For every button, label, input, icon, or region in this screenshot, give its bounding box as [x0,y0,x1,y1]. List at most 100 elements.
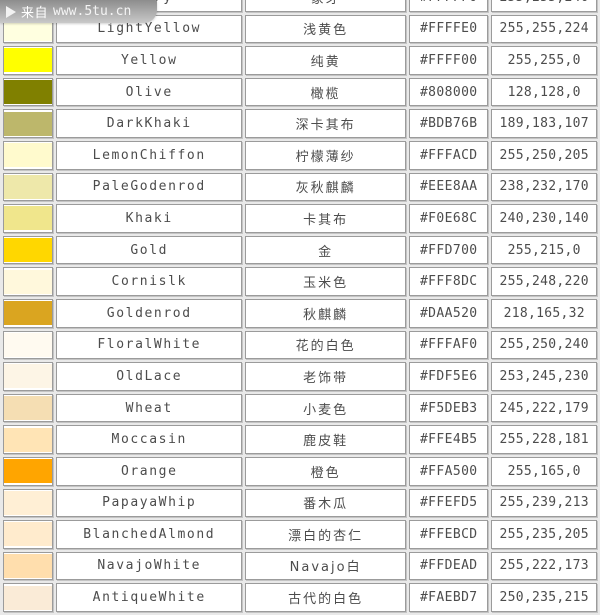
color-swatch-cell [3,267,54,296]
color-hex-cell: #FFE4B5 [409,425,489,454]
color-swatch [4,269,53,294]
color-swatch-cell [3,551,54,581]
table-row: Moccasin 鹿皮鞋 #FFE4B5 255,228,181 [3,425,597,454]
color-swatch-cell [3,77,54,107]
color-chinese-name-cell: 纯黄 [245,46,407,75]
color-hex-cell: #FFD700 [409,235,489,265]
color-chinese-name-cell: Navajo白 [245,551,407,581]
color-name-cell: Gold [56,235,243,265]
color-chinese-name-cell: 象牙 [245,0,407,12]
color-rgb-cell: 255,239,213 [491,488,597,518]
table-row: Cornislk 玉米色 #FFF8DC 255,248,220 [3,267,597,296]
color-hex-cell: #F0E68C [409,204,489,233]
color-hex-cell: #BDB76B [409,109,489,138]
color-hex-cell: #FFFFF0 [409,0,489,12]
color-chinese-name-cell: 漂白的杏仁 [245,520,407,549]
color-hex-cell: #FFFFE0 [409,14,489,44]
color-swatch [4,48,53,73]
color-chinese-name-cell: 番木瓜 [245,488,407,518]
color-name-cell: LemonChiffon [56,140,243,170]
color-swatch [4,585,53,610]
color-swatch [4,80,53,105]
color-name-cell: DarkKhaki [56,109,243,138]
color-rgb-cell: 255,228,181 [491,425,597,454]
color-swatch [4,459,53,484]
color-rgb-cell: 255,255,240 [491,0,597,12]
color-swatch-cell [3,488,54,518]
color-name-cell: Wheat [56,393,243,423]
color-hex-cell: #DAA520 [409,298,489,328]
color-swatch-cell [3,362,54,391]
color-swatch-cell [3,583,54,612]
color-swatch [4,427,53,452]
color-chinese-name-cell: 玉米色 [245,267,407,296]
color-chinese-name-cell: 古代的白色 [245,583,407,612]
color-chinese-name-cell: 橙色 [245,456,407,486]
color-hex-cell: #FDF5E6 [409,362,489,391]
table-row: PapayaWhip 番木瓜 #FFEFD5 255,239,213 [3,488,597,518]
table-row: Wheat 小麦色 #F5DEB3 245,222,179 [3,393,597,423]
color-chinese-name-cell: 金 [245,235,407,265]
color-rgb-cell: 253,245,230 [491,362,597,391]
color-hex-cell: #FFFACD [409,140,489,170]
color-rgb-cell: 255,165,0 [491,456,597,486]
color-chinese-name-cell: 橄榄 [245,77,407,107]
color-name-cell: Olive [56,77,243,107]
table-row: PaleGodenrod 灰秋麒麟 #EEE8AA 238,232,170 [3,172,597,202]
color-swatch [4,522,53,547]
color-swatch-cell [3,109,54,138]
table-row: AntiqueWhite 古代的白色 #FAEBD7 250,235,215 [3,583,597,612]
color-table-body: Ivory象牙#FFFFF0255,255,240LightYellow浅黄色#… [3,0,597,612]
table-row: Olive 橄榄 #808000 128,128,0 [3,77,597,107]
color-swatch-cell [3,172,54,202]
color-hex-cell: #FAEBD7 [409,583,489,612]
color-swatch-cell [3,46,54,75]
color-name-cell: Orange [56,456,243,486]
color-name-cell: Yellow [56,46,243,75]
color-rgb-cell: 245,222,179 [491,393,597,423]
color-reference-page: Ivory象牙#FFFFF0255,255,240LightYellow浅黄色#… [0,0,600,612]
color-chinese-name-cell: 花的白色 [245,330,407,360]
table-row: Khaki 卡其布 #F0E68C 240,230,140 [3,204,597,233]
table-row: Gold 金 #FFD700 255,215,0 [3,235,597,265]
table-row: Orange 橙色 #FFA500 255,165,0 [3,456,597,486]
color-hex-cell: #FFFAF0 [409,330,489,360]
table-row: DarkKhaki 深卡其布 #BDB76B 189,183,107 [3,109,597,138]
color-chinese-name-cell: 柠檬薄纱 [245,140,407,170]
color-chinese-name-cell: 深卡其布 [245,109,407,138]
color-rgb-cell: 255,222,173 [491,551,597,581]
color-hex-cell: #FFEFD5 [409,488,489,518]
color-hex-cell: #808000 [409,77,489,107]
color-name-cell: Goldenrod [56,298,243,328]
color-name-cell: OldLace [56,362,243,391]
color-swatch [4,111,53,136]
color-rgb-cell: 255,248,220 [491,267,597,296]
color-name-cell: PaleGodenrod [56,172,243,202]
color-rgb-cell: 128,128,0 [491,77,597,107]
play-triangle-icon [6,5,16,18]
color-rgb-cell: 255,215,0 [491,235,597,265]
table-row: Yellow 纯黄 #FFFF00 255,255,0 [3,46,597,75]
color-table: Ivory象牙#FFFFF0255,255,240LightYellow浅黄色#… [0,0,600,615]
color-name-cell: NavajoWhite [56,551,243,581]
color-hex-cell: #FFA500 [409,456,489,486]
color-rgb-cell: 255,235,205 [491,520,597,549]
color-swatch-cell [3,298,54,328]
color-swatch-cell [3,330,54,360]
color-hex-cell: #EEE8AA [409,172,489,202]
color-name-cell: Khaki [56,204,243,233]
table-row: LemonChiffon 柠檬薄纱 #FFFACD 255,250,205 [3,140,597,170]
color-swatch [4,553,53,578]
color-chinese-name-cell: 卡其布 [245,204,407,233]
color-rgb-cell: 255,250,240 [491,330,597,360]
color-rgb-cell: 218,165,32 [491,298,597,328]
color-chinese-name-cell: 小麦色 [245,393,407,423]
color-name-cell: AntiqueWhite [56,583,243,612]
color-chinese-name-cell: 浅黄色 [245,14,407,44]
color-swatch [4,174,53,199]
color-hex-cell: #F5DEB3 [409,393,489,423]
color-name-cell: BlanchedAlmond [56,520,243,549]
color-swatch-cell [3,520,54,549]
color-swatch [4,206,53,231]
color-swatch-cell [3,140,54,170]
